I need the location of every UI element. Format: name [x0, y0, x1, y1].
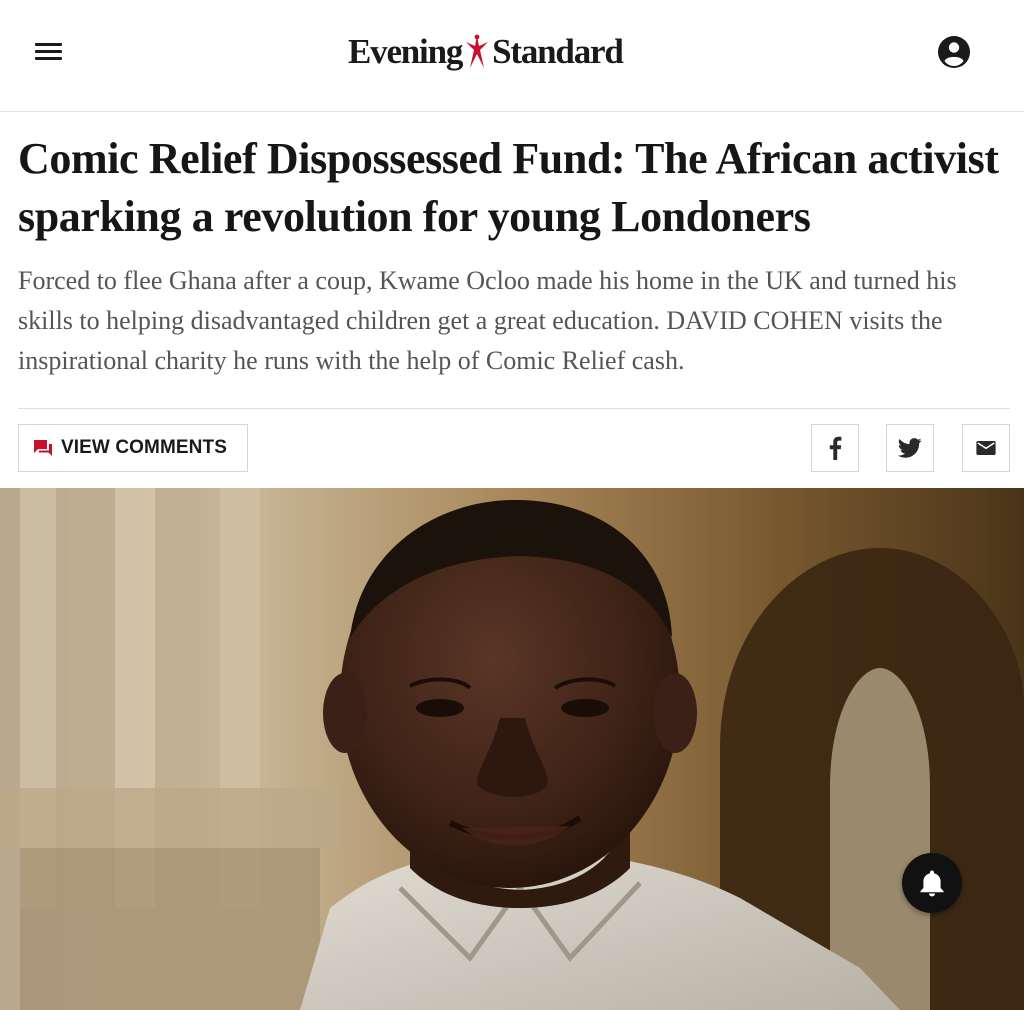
article-headline: Comic Relief Dispossessed Fund: The Afri… [18, 134, 999, 241]
hamburger-menu-icon [35, 43, 62, 46]
notification-bell-button[interactable] [902, 853, 962, 913]
divider [18, 408, 1010, 409]
facebook-icon [829, 436, 842, 460]
menu-button[interactable] [24, 32, 72, 72]
site-logo[interactable]: Evening Standard [348, 28, 624, 76]
share-twitter-button[interactable] [886, 424, 934, 472]
share-facebook-button[interactable] [811, 424, 859, 472]
view-comments-label: VIEW COMMENTS [61, 437, 227, 458]
share-email-button[interactable] [962, 424, 1010, 472]
article-standfirst: Forced to flee Ghana after a coup, Kwame… [18, 266, 957, 375]
bell-icon [920, 870, 944, 897]
account-circle-icon [938, 36, 970, 68]
email-icon [976, 441, 996, 455]
comments-icon [34, 440, 52, 456]
twitter-icon [898, 438, 922, 458]
portrait-photo [0, 488, 1024, 1010]
view-comments-button[interactable]: VIEW COMMENTS [18, 424, 248, 472]
logo-word-standard: Standard [492, 32, 624, 71]
account-button[interactable] [936, 34, 972, 70]
angel-logo-icon [466, 34, 489, 68]
hero-photo [0, 488, 1024, 1010]
logo-word-evening: Evening [348, 32, 463, 71]
site-header: Evening Standard [0, 0, 1024, 112]
